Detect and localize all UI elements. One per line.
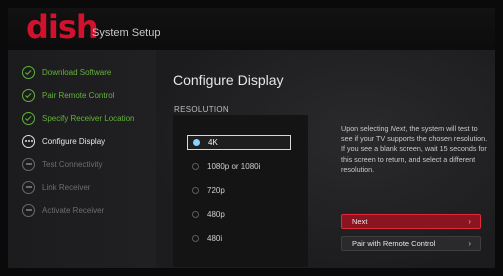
setup-steps-sidebar: Download Software Pair Remote Control Sp… <box>8 50 156 268</box>
resolution-option-720p[interactable]: 720p <box>187 183 291 198</box>
next-button[interactable]: Next › <box>341 214 481 229</box>
option-label: 720p <box>207 186 225 195</box>
ellipsis-icon <box>22 134 35 148</box>
radio-icon <box>192 163 199 170</box>
resolution-option-4k[interactable]: 4K <box>187 135 291 150</box>
main-panel: Configure Display RESOLUTION 4K 1080p or… <box>156 50 495 268</box>
dish-logo: dish <box>26 8 99 46</box>
check-icon <box>22 88 35 102</box>
step-label: Configure Display <box>42 136 106 146</box>
step-activate-receiver: Activate Receiver <box>22 202 104 218</box>
radio-icon <box>192 235 199 242</box>
step-label: Pair Remote Control <box>42 90 115 100</box>
pair-remote-button[interactable]: Pair with Remote Control › <box>341 236 481 251</box>
step-specify-receiver-location: Specify Receiver Location <box>22 110 135 126</box>
step-label: Test Connectivity <box>42 159 103 169</box>
resolution-label: RESOLUTION <box>174 105 230 114</box>
step-download-software: Download Software <box>22 64 111 80</box>
check-icon <box>22 111 35 125</box>
resolution-option-480i[interactable]: 480i <box>187 231 291 246</box>
check-icon <box>22 65 35 79</box>
chevron-right-icon: › <box>468 217 471 226</box>
step-label: Activate Receiver <box>42 205 105 215</box>
resolution-options-panel: 4K 1080p or 1080i 720p 480p 480i <box>173 115 308 267</box>
option-label: 4K <box>208 138 218 147</box>
step-test-connectivity: Test Connectivity <box>22 156 102 172</box>
minus-icon <box>22 180 35 194</box>
next-button-label: Next <box>352 217 368 226</box>
option-label: 480p <box>207 210 225 219</box>
radio-icon <box>192 211 199 218</box>
step-configure-display: Configure Display <box>22 133 105 149</box>
radio-icon <box>193 139 200 146</box>
minus-icon <box>22 157 35 171</box>
chevron-right-icon: › <box>468 239 471 248</box>
pair-button-label: Pair with Remote Control <box>352 239 436 248</box>
setup-screen: dish System Setup Download Software Pair… <box>8 8 495 268</box>
page-title: Configure Display <box>173 72 284 88</box>
help-text: Upon selecting Next, the system will tes… <box>341 124 488 174</box>
minus-icon <box>22 203 35 217</box>
option-label: 1080p or 1080i <box>207 162 261 171</box>
step-label: Specify Receiver Location <box>42 113 135 123</box>
resolution-option-480p[interactable]: 480p <box>187 207 291 222</box>
step-label: Link Receiver <box>42 182 91 192</box>
resolution-option-1080[interactable]: 1080p or 1080i <box>187 159 291 174</box>
option-label: 480i <box>207 234 223 243</box>
header: dish System Setup <box>8 8 495 50</box>
app-title: System Setup <box>92 27 161 39</box>
radio-icon <box>192 187 199 194</box>
step-pair-remote-control: Pair Remote Control <box>22 87 114 103</box>
step-label: Download Software <box>42 67 112 77</box>
step-link-receiver: Link Receiver <box>22 179 90 195</box>
